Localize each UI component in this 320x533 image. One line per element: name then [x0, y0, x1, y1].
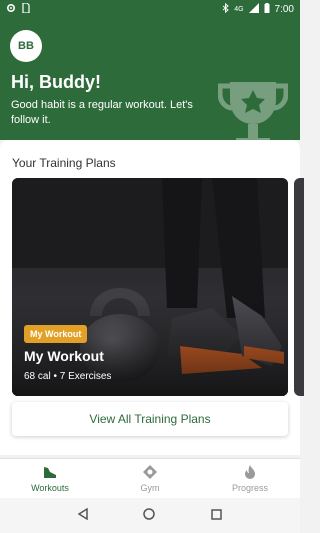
battery-icon	[264, 2, 270, 16]
header: BB Hi, Buddy! Good habit is a regular wo…	[0, 18, 300, 140]
nav-label-gym: Gym	[140, 483, 160, 493]
avatar[interactable]: BB	[10, 30, 42, 62]
nav-label-progress: Progress	[231, 483, 268, 493]
nav-label-workouts: Workouts	[31, 483, 69, 493]
status-time: 7:00	[274, 3, 294, 15]
trophy-icon	[218, 82, 288, 140]
training-plan-card[interactable]: My Workout My Workout 68 cal • 7 Exercis…	[12, 178, 288, 396]
shoe-icon	[44, 467, 56, 478]
greeting-title: Hi, Buddy!	[11, 72, 101, 92]
nav-item-gym[interactable]: Gym	[100, 459, 200, 498]
nav-item-progress[interactable]: Progress	[200, 459, 300, 498]
settings-icon	[6, 3, 16, 16]
gym-icon	[143, 465, 157, 479]
training-plans-section: Your Training Plans My Workout My Workou…	[0, 140, 304, 455]
back-icon[interactable]	[77, 507, 88, 525]
sim-card-icon	[22, 1, 30, 16]
plan-tag-badge: My Workout	[24, 325, 88, 343]
bottom-nav: Workouts Gym Progress	[0, 458, 300, 498]
status-bar: 4G 7:00	[0, 0, 300, 18]
flame-icon	[245, 465, 255, 479]
plan-meta: 68 cal • 7 Exercises	[24, 371, 112, 382]
next-plan-card-peek[interactable]	[294, 178, 304, 396]
section-title: Your Training Plans	[12, 156, 116, 170]
view-all-plans-button[interactable]: View All Training Plans	[12, 402, 288, 436]
greeting-subtitle: Good habit is a regular workout. Let's f…	[11, 99, 193, 126]
plan-title: My Workout	[24, 348, 104, 364]
home-icon[interactable]	[143, 507, 156, 525]
bluetooth-icon	[222, 2, 229, 16]
network-type-label: 4G	[234, 5, 244, 13]
system-nav-bar	[0, 498, 300, 533]
nav-item-workouts[interactable]: Workouts	[0, 459, 100, 498]
signal-icon	[248, 2, 259, 16]
recents-icon[interactable]	[211, 507, 222, 525]
